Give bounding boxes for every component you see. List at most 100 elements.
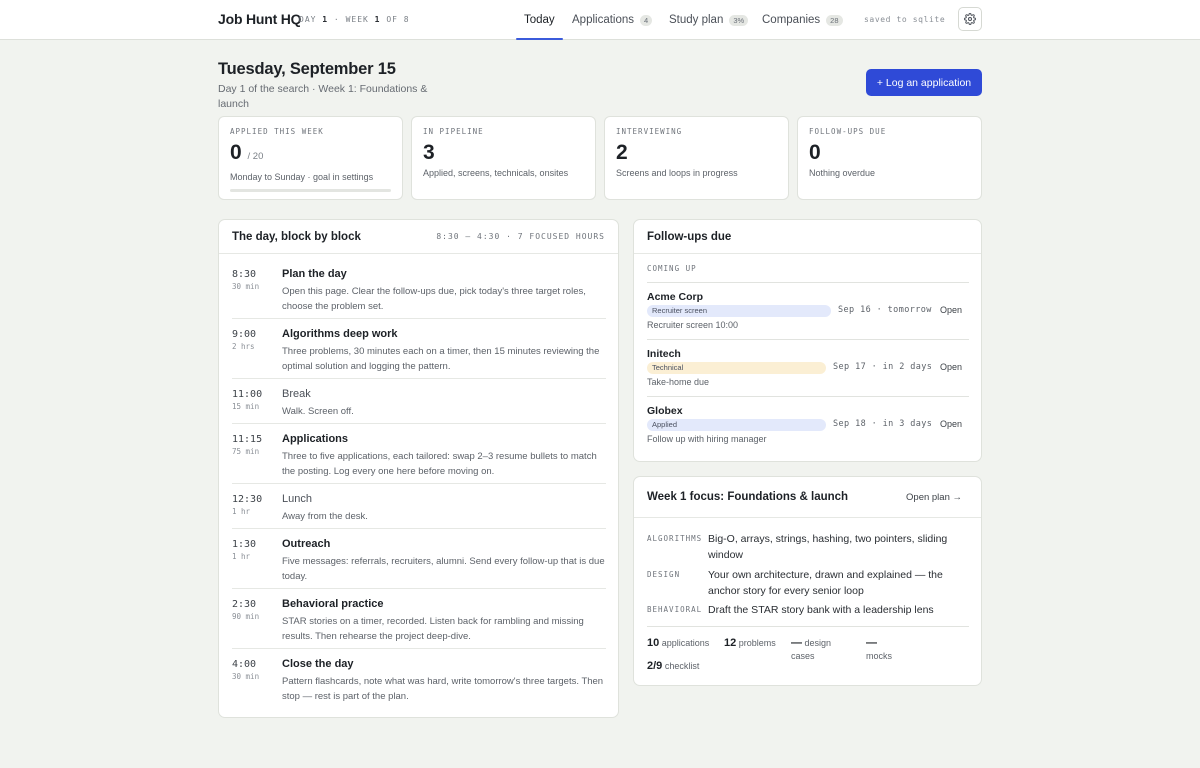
block-title: Algorithms deep work bbox=[282, 328, 398, 340]
stat-label: APPLIED THIS WEEK bbox=[230, 127, 324, 136]
follow-up-note: Follow up with hiring manager bbox=[647, 434, 767, 444]
stage-tag: Recruiter screen bbox=[647, 305, 831, 317]
stat-follow-ups-due: FOLLOW-UPS DUE 0 Nothing overdue bbox=[797, 116, 982, 200]
stat-note: Applied, screens, technicals, onsites bbox=[423, 168, 569, 178]
focus-divider bbox=[647, 626, 969, 627]
schedule-title: The day, block by block bbox=[232, 230, 361, 243]
kpi-mocks: — mocks bbox=[866, 637, 893, 661]
day-week-indicator: DAY 1 · WEEK 1 OF 8 bbox=[299, 15, 410, 24]
tab-study-plan[interactable]: Study plan 3% bbox=[669, 0, 749, 40]
app-title: Job Hunt HQ bbox=[218, 11, 302, 27]
companies-count-badge: 28 bbox=[826, 14, 843, 26]
follow-up-company: Acme Corp bbox=[647, 291, 704, 303]
focus-row-behavioral: BEHAVIORAL Draft the STAR story bank wit… bbox=[647, 603, 977, 619]
block-duration: 2 hrs bbox=[232, 342, 255, 351]
schedule-block: 4:00 30 min Close the day Pattern flashc… bbox=[232, 658, 606, 709]
schedule-block: 11:00 15 min Break Walk. Screen off. bbox=[232, 388, 606, 424]
block-duration: 30 min bbox=[232, 282, 260, 291]
block-title: Lunch bbox=[282, 493, 312, 505]
schedule-block: 9:00 2 hrs Algorithms deep work Three pr… bbox=[232, 328, 606, 379]
block-duration: 15 min bbox=[232, 402, 260, 411]
coming-up-label: COMING UP bbox=[647, 264, 697, 273]
block-duration: 75 min bbox=[232, 447, 260, 456]
stat-value: 3 bbox=[423, 141, 435, 164]
follow-ups-card: Follow-ups due COMING UP Acme Corp Recru… bbox=[633, 219, 982, 462]
block-time: 9:00 bbox=[232, 329, 257, 340]
focus-value: Big-O, arrays, strings, hashing, two poi… bbox=[708, 533, 948, 561]
stat-label: INTERVIEWING bbox=[616, 127, 683, 136]
stat-label: IN PIPELINE bbox=[423, 127, 484, 136]
focus-row-design: DESIGN Your own architecture, drawn and … bbox=[647, 568, 977, 600]
weekly-goal-progress bbox=[230, 189, 391, 192]
tab-companies[interactable]: Companies 28 bbox=[762, 0, 843, 40]
save-status: saved to sqlite bbox=[864, 15, 946, 24]
follow-up-company: Globex bbox=[647, 405, 683, 417]
block-description: Three problems, 30 minutes each on a tim… bbox=[282, 346, 600, 372]
block-title: Applications bbox=[282, 433, 349, 445]
block-description: Pattern flashcards, note what was hard, … bbox=[282, 676, 604, 702]
stat-value: 0 bbox=[809, 141, 821, 164]
week-focus-card: Week 1 focus: Foundations & launch Open … bbox=[633, 476, 982, 686]
settings-button[interactable] bbox=[958, 7, 982, 31]
follow-up-item: Initech Technical Take-home due Sep 17 ·… bbox=[647, 339, 969, 396]
schedule-block: 2:30 90 min Behavioral practice STAR sto… bbox=[232, 598, 606, 649]
focus-key: ALGORITHMS bbox=[647, 534, 703, 543]
block-description: Open this page. Clear the follow-ups due… bbox=[282, 286, 586, 312]
stat-applied-this-week: APPLIED THIS WEEK 0 / 20 Monday to Sunda… bbox=[218, 116, 403, 200]
stat-value: 0 / 20 bbox=[230, 141, 264, 164]
schedule-hours: 8:30 – 4:30 · 7 FOCUSED HOURS bbox=[436, 232, 605, 241]
block-time: 11:15 bbox=[232, 434, 263, 445]
kpi-problems: 12 problems bbox=[724, 637, 776, 649]
focus-value: Draft the STAR story bank with a leaders… bbox=[708, 604, 934, 616]
open-follow-up-link[interactable]: Open bbox=[940, 419, 962, 429]
follow-up-date: Sep 16 · tomorrow bbox=[838, 305, 932, 315]
block-description: STAR stories on a timer, recorded. Liste… bbox=[282, 616, 584, 642]
log-application-button[interactable]: + Log an application bbox=[866, 69, 982, 96]
tab-today[interactable]: Today bbox=[516, 0, 563, 40]
schedule-block: 11:15 75 min Applications Three to five … bbox=[232, 433, 606, 484]
block-title: Plan the day bbox=[282, 268, 347, 280]
kpi-applications: 10 applications bbox=[647, 637, 710, 649]
follow-ups-header: Follow-ups due bbox=[634, 220, 981, 254]
block-time: 1:30 bbox=[232, 539, 257, 550]
schedule-block: 1:30 1 hr Outreach Five messages: referr… bbox=[232, 538, 606, 589]
block-description: Three to five applications, each tailore… bbox=[282, 451, 597, 477]
schedule-card: The day, block by block 8:30 – 4:30 · 7 … bbox=[218, 219, 619, 718]
block-title: Outreach bbox=[282, 538, 331, 550]
block-time: 12:30 bbox=[232, 494, 263, 505]
gear-icon bbox=[964, 13, 976, 25]
block-time: 8:30 bbox=[232, 269, 257, 280]
open-plan-link[interactable]: Open plan → bbox=[906, 492, 962, 503]
block-description: Away from the desk. bbox=[282, 511, 368, 522]
stat-note: Screens and loops in progress bbox=[616, 168, 738, 178]
week-focus-header: Week 1 focus: Foundations & launch Open … bbox=[634, 477, 981, 518]
schedule-header: The day, block by block 8:30 – 4:30 · 7 … bbox=[219, 220, 618, 254]
block-description: Walk. Screen off. bbox=[282, 406, 354, 417]
follow-up-company: Initech bbox=[647, 348, 681, 360]
block-duration: 1 hr bbox=[232, 507, 251, 516]
follow-ups-title: Follow-ups due bbox=[647, 230, 732, 243]
open-follow-up-link[interactable]: Open bbox=[940, 305, 962, 315]
block-time: 2:30 bbox=[232, 599, 257, 610]
kpi-design-cases: — design cases bbox=[791, 637, 832, 661]
block-duration: 1 hr bbox=[232, 552, 251, 561]
week-focus-title: Week 1 focus: Foundations & launch bbox=[647, 491, 849, 503]
kpi-checklist: 2/9 checklist bbox=[647, 660, 700, 672]
stat-label: FOLLOW-UPS DUE bbox=[809, 127, 887, 136]
follow-up-item: Globex Applied Follow up with hiring man… bbox=[647, 396, 969, 453]
block-duration: 90 min bbox=[232, 612, 260, 621]
block-time: 4:00 bbox=[232, 659, 257, 670]
focus-value: Your own architecture, drawn and explain… bbox=[708, 569, 943, 597]
follow-up-item: Acme Corp Recruiter screen Recruiter scr… bbox=[647, 282, 969, 339]
follow-up-note: Recruiter screen 10:00 bbox=[647, 320, 739, 330]
block-title: Behavioral practice bbox=[282, 598, 384, 610]
focus-key: BEHAVIORAL bbox=[647, 605, 703, 614]
focus-row-algorithms: ALGORITHMS Big-O, arrays, strings, hashi… bbox=[647, 532, 977, 564]
schedule-block: 8:30 30 min Plan the day Open this page.… bbox=[232, 268, 606, 319]
follow-up-date: Sep 18 · in 3 days bbox=[833, 419, 933, 429]
tab-applications[interactable]: Applications 4 bbox=[572, 0, 653, 40]
stage-tag: Technical bbox=[647, 362, 826, 374]
stat-interviewing: INTERVIEWING 2 Screens and loops in prog… bbox=[604, 116, 789, 200]
open-follow-up-link[interactable]: Open bbox=[940, 362, 962, 372]
focus-key: DESIGN bbox=[647, 570, 681, 579]
